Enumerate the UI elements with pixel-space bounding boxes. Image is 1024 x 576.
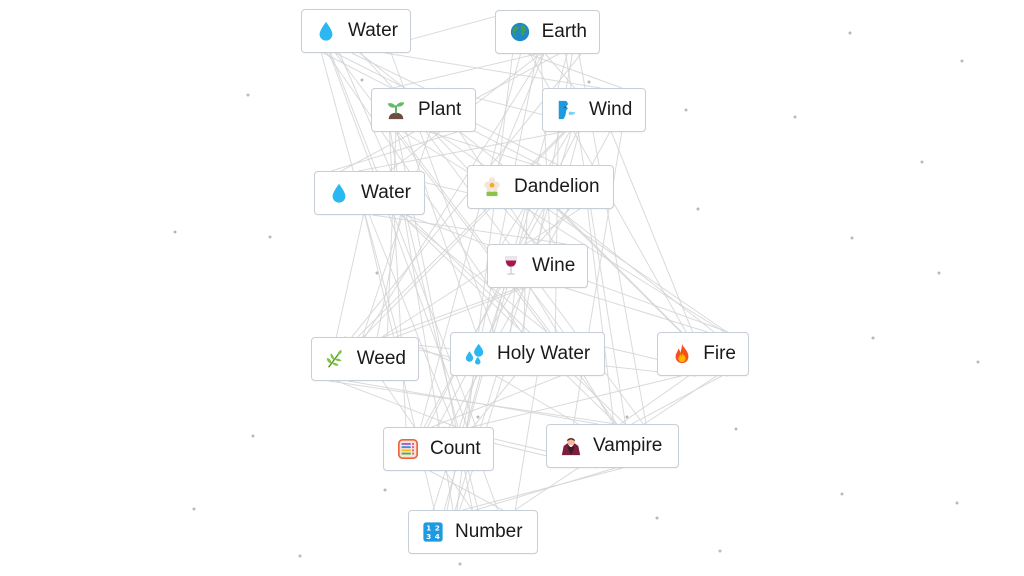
connection-line: [405, 131, 477, 333]
fire-icon: [670, 342, 693, 366]
item-label: Count: [430, 438, 481, 459]
wind-face-icon: [555, 98, 579, 122]
connection-line: [382, 287, 519, 338]
background-dot: [734, 427, 738, 431]
background-dot: [718, 549, 722, 553]
sweat-droplets-icon: [463, 342, 487, 366]
background-dot: [937, 271, 941, 275]
seedling-icon: [384, 98, 408, 122]
item-label: Fire: [703, 343, 736, 364]
background-dot: [960, 59, 964, 63]
item-label: Holy Water: [497, 343, 591, 364]
background-dot: [793, 115, 797, 119]
item-count[interactable]: Count: [383, 427, 494, 471]
flower-icon: [480, 175, 504, 199]
background-dot: [360, 78, 364, 82]
background-dot: [655, 516, 659, 520]
water-drop-icon: [314, 19, 338, 43]
background-dot: [684, 108, 688, 112]
vampire-icon: [559, 434, 583, 458]
background-dot: [850, 236, 854, 240]
background-dot: [696, 207, 700, 211]
water-drop-icon: [327, 181, 351, 205]
item-label: Wind: [589, 99, 633, 120]
item-water[interactable]: Water: [314, 171, 425, 215]
input-numbers-icon: 1234: [421, 520, 445, 544]
item-vampire[interactable]: Vampire: [546, 424, 679, 468]
item-plant[interactable]: Plant: [371, 88, 476, 132]
background-dot: [871, 336, 875, 340]
item-label: Water: [348, 20, 398, 41]
connection-line: [462, 467, 623, 511]
connection-line: [348, 380, 599, 425]
connection-line: [475, 467, 616, 511]
item-label: Wine: [532, 255, 576, 276]
item-label: Number: [455, 521, 523, 542]
abacus-icon: [396, 437, 420, 461]
svg-text:4: 4: [435, 532, 440, 541]
background-dot: [976, 360, 980, 364]
crafting-canvas[interactable]: [0, 0, 1024, 576]
item-earth[interactable]: Earth: [495, 10, 600, 54]
background-dot: [848, 31, 852, 35]
item-water[interactable]: Water: [301, 9, 411, 53]
connection-line: [432, 287, 505, 511]
connection-line: [362, 131, 566, 338]
background-dot: [246, 93, 250, 97]
connection-line: [360, 52, 537, 245]
background-dot: [920, 160, 924, 164]
background-dot: [173, 230, 177, 234]
item-label: Dandelion: [514, 176, 600, 197]
connection-line: [495, 375, 579, 425]
connection-line: [423, 208, 544, 428]
herb-icon: [324, 347, 347, 371]
item-wine[interactable]: Wine: [487, 244, 588, 288]
connection-line: [471, 375, 682, 428]
item-dandelion[interactable]: Dandelion: [467, 165, 614, 209]
item-label: Water: [361, 182, 411, 203]
background-dot: [955, 501, 959, 505]
item-holy-water[interactable]: Holy Water: [450, 332, 605, 376]
svg-text:3: 3: [426, 532, 431, 541]
item-weed[interactable]: Weed: [311, 337, 419, 381]
connection-line: [631, 375, 722, 425]
item-label: Earth: [541, 21, 587, 42]
background-dot: [192, 507, 196, 511]
item-label: Weed: [356, 348, 406, 369]
background-dot: [251, 434, 255, 438]
connection-line: [392, 53, 537, 89]
background-dot: [476, 415, 480, 419]
globe-icon: [508, 20, 532, 44]
connection-line: [514, 375, 538, 511]
item-number[interactable]: 1234 Number: [408, 510, 538, 554]
item-fire[interactable]: Fire: [657, 332, 749, 376]
connection-line: [335, 214, 364, 338]
item-label: Plant: [418, 99, 462, 120]
background-dot: [268, 235, 272, 239]
connection-line: [395, 287, 524, 338]
item-label: Vampire: [593, 435, 663, 456]
wine-glass-icon: [500, 254, 522, 278]
background-dot: [458, 562, 462, 566]
background-dot: [840, 492, 844, 496]
connection-line: [510, 287, 516, 333]
item-wind[interactable]: Wind: [542, 88, 646, 132]
background-dot: [587, 80, 591, 84]
background-dot: [298, 554, 302, 558]
background-dot: [383, 488, 387, 492]
